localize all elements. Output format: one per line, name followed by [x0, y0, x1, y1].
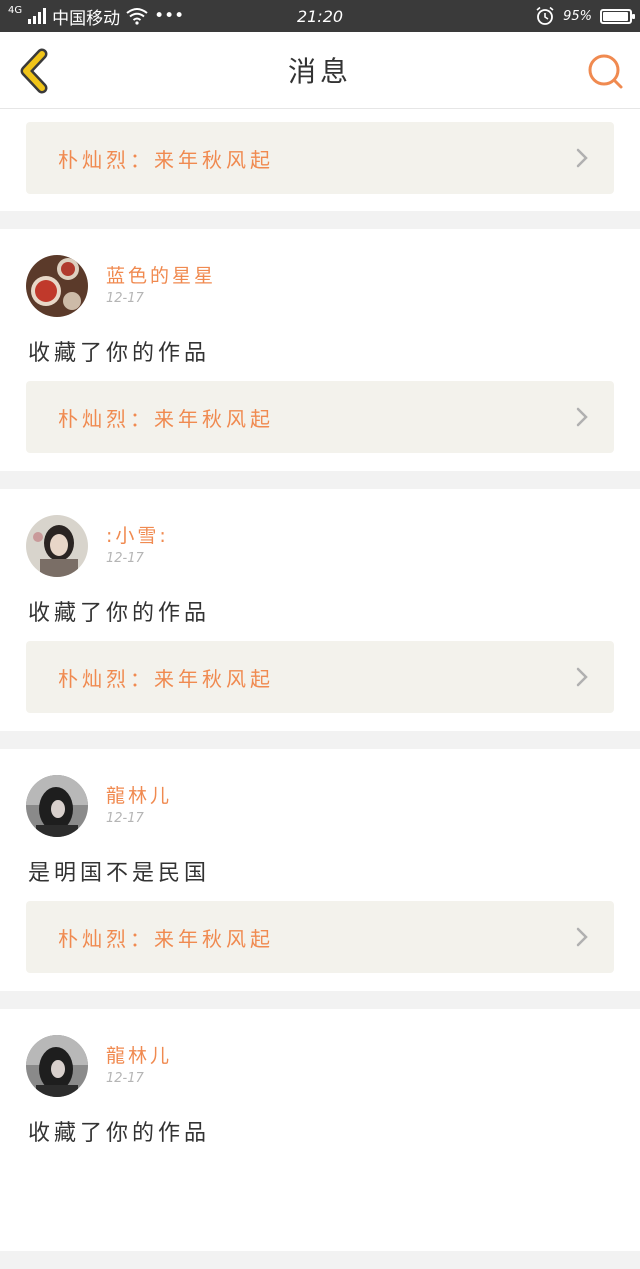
referenced-work-title: 朴灿烈：来年秋风起 [58, 666, 274, 691]
battery-icon [600, 8, 635, 24]
search-icon[interactable] [586, 52, 626, 92]
avatar[interactable] [26, 1035, 88, 1097]
message-card: 龍林儿 12-17 是明国不是民国 朴灿烈：来年秋风起 [0, 749, 640, 991]
referenced-work-title: 朴灿烈：来年秋风起 [58, 147, 274, 172]
referenced-work-title: 朴灿烈：来年秋风起 [58, 406, 274, 431]
avatar[interactable] [26, 255, 88, 317]
status-right: 95% [535, 0, 635, 32]
timestamp: 12-17 [106, 291, 144, 306]
avatar[interactable] [26, 515, 88, 577]
username[interactable]: 龍林儿 [106, 781, 172, 808]
referenced-work-title: 朴灿烈：来年秋风起 [58, 926, 274, 951]
page-title: 消息 [287, 55, 352, 88]
timestamp: 12-17 [106, 551, 144, 566]
username[interactable]: 蓝色的星星 [106, 261, 216, 288]
battery-percent: 95% [563, 8, 592, 24]
message-text: 是明国不是民国 [28, 861, 211, 886]
message-card: 龍林儿 12-17 收藏了你的作品 [0, 1009, 640, 1251]
avatar-image [26, 775, 88, 837]
status-bar: 4G 中国移动 ••• 21:20 95% [0, 0, 640, 32]
referenced-work[interactable]: 朴灿烈：来年秋风起 [26, 381, 614, 453]
top-bar: 消息 [0, 32, 640, 109]
avatar-image [26, 515, 88, 577]
referenced-work[interactable]: 朴灿烈：来年秋风起 [26, 122, 614, 194]
message-text: 收藏了你的作品 [28, 1121, 211, 1146]
message-card: 朴灿烈：来年秋风起 [0, 109, 640, 211]
avatar-image [26, 255, 88, 317]
chevron-right-icon [576, 927, 588, 947]
avatar[interactable] [26, 775, 88, 837]
chevron-right-icon [576, 407, 588, 427]
timestamp: 12-17 [106, 811, 144, 826]
referenced-work[interactable]: 朴灿烈：来年秋风起 [26, 901, 614, 973]
referenced-work[interactable]: 朴灿烈：来年秋风起 [26, 641, 614, 713]
message-text: 收藏了你的作品 [28, 341, 211, 366]
timestamp: 12-17 [106, 1071, 144, 1086]
message-feed: 朴灿烈：来年秋风起 蓝色的星星 12-17 收藏了你的作品 朴灿烈：来年秋风起 [0, 109, 640, 1269]
username[interactable]: 龍林儿 [106, 1041, 172, 1068]
username[interactable]: :小雪: [106, 521, 169, 548]
chevron-right-icon [576, 667, 588, 687]
chevron-right-icon [576, 148, 588, 168]
message-card: :小雪: 12-17 收藏了你的作品 朴灿烈：来年秋风起 [0, 489, 640, 731]
message-text: 收藏了你的作品 [28, 601, 211, 626]
avatar-image [26, 1035, 88, 1097]
message-card: 蓝色的星星 12-17 收藏了你的作品 朴灿烈：来年秋风起 [0, 229, 640, 471]
alarm-icon [536, 6, 554, 25]
